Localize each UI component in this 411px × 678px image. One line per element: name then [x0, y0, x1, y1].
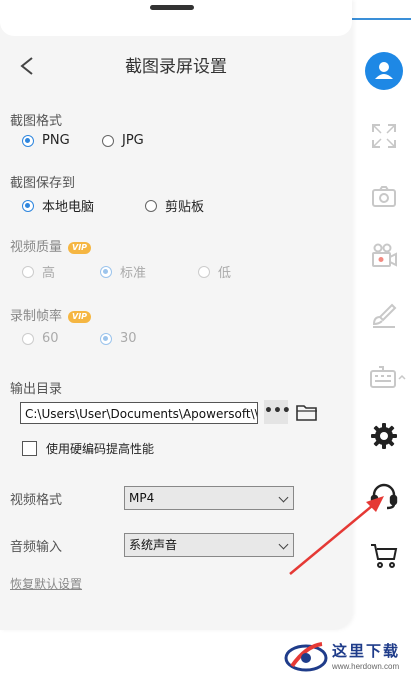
- quality-standard-radio[interactable]: 标准: [100, 262, 146, 281]
- checkbox-box: [22, 441, 37, 456]
- video-format-label: 视频格式: [10, 493, 63, 508]
- frame-rate-label: 录制帧率 VIP: [10, 305, 92, 324]
- top-accent-line: [352, 18, 411, 20]
- keyboard-icon: [370, 366, 406, 388]
- watermark: 这里下载 www.herdown.com: [280, 636, 411, 678]
- fps-60-radio[interactable]: 60: [22, 331, 59, 346]
- radio-dot: [198, 265, 210, 278]
- format-label: 截图格式: [10, 114, 63, 129]
- chevron-down-icon: [278, 539, 289, 550]
- save-local-radio[interactable]: 本地电脑: [22, 196, 94, 215]
- camera-icon: [372, 186, 396, 207]
- audio-input-label: 音频输入: [10, 540, 63, 555]
- radio-dot: [22, 199, 34, 212]
- page-title: 截图录屏设置: [125, 57, 227, 77]
- open-folder-icon[interactable]: [294, 400, 320, 424]
- annotate-button[interactable]: [366, 298, 402, 334]
- watermark-text: 这里下载: [332, 642, 401, 660]
- video-camera-icon: [372, 243, 397, 267]
- record-button[interactable]: [366, 238, 402, 274]
- fps-30-radio[interactable]: 30: [100, 331, 137, 346]
- radio-dot: [100, 265, 112, 278]
- output-dir-input[interactable]: C:\Users\User\Documents\Apowersoft\\: [20, 402, 258, 424]
- save-clipboard-radio[interactable]: 剪贴板: [145, 196, 204, 215]
- format-jpg-radio[interactable]: JPG: [102, 133, 144, 148]
- radio-dot: [102, 134, 114, 147]
- vip-badge: VIP: [68, 310, 92, 323]
- quality-high-radio[interactable]: 高: [22, 262, 55, 281]
- drag-handle[interactable]: [150, 5, 194, 10]
- user-avatar-button[interactable]: [365, 52, 403, 90]
- watermark-url: www.herdown.com: [332, 662, 400, 671]
- radio-dot: [145, 199, 157, 212]
- quality-low-radio[interactable]: 低: [198, 262, 231, 281]
- radio-dot: [22, 265, 34, 278]
- support-button[interactable]: [366, 478, 402, 514]
- chevron-down-icon: [278, 492, 289, 503]
- radio-dot: [22, 332, 34, 345]
- format-png-radio[interactable]: PNG: [22, 133, 70, 148]
- fullscreen-icon: [372, 124, 396, 148]
- audio-input-select[interactable]: 系统声音: [124, 533, 294, 557]
- save-to-label: 截图保存到: [10, 176, 76, 191]
- fullscreen-button[interactable]: [366, 118, 402, 154]
- radio-dot: [100, 332, 112, 345]
- browse-more-button[interactable]: •••: [264, 400, 291, 424]
- screenshot-button[interactable]: [366, 178, 402, 214]
- watermark-logo-icon: [284, 642, 328, 672]
- panel-top: [0, 0, 352, 36]
- settings-panel: 截图录屏设置 截图格式 PNG JPG 截图保存到 本地电脑 剪贴板 视频质量 V…: [0, 0, 352, 630]
- hw-encode-checkbox[interactable]: 使用硬编码提高性能: [22, 440, 154, 457]
- brush-icon: [372, 303, 397, 328]
- user-icon: [375, 62, 393, 79]
- store-button[interactable]: [366, 538, 402, 574]
- gear-icon: [371, 423, 397, 449]
- video-format-select[interactable]: MP4: [124, 486, 294, 510]
- output-dir-label: 输出目录: [10, 382, 63, 397]
- vip-badge: VIP: [68, 241, 92, 254]
- headset-icon: [370, 483, 398, 510]
- radio-dot: [22, 134, 34, 147]
- video-quality-label: 视频质量 VIP: [10, 236, 92, 255]
- reset-defaults-link[interactable]: 恢复默认设置: [10, 575, 82, 592]
- settings-button[interactable]: [366, 418, 402, 454]
- cart-icon: [371, 544, 398, 568]
- hotkeys-button[interactable]: [366, 358, 410, 394]
